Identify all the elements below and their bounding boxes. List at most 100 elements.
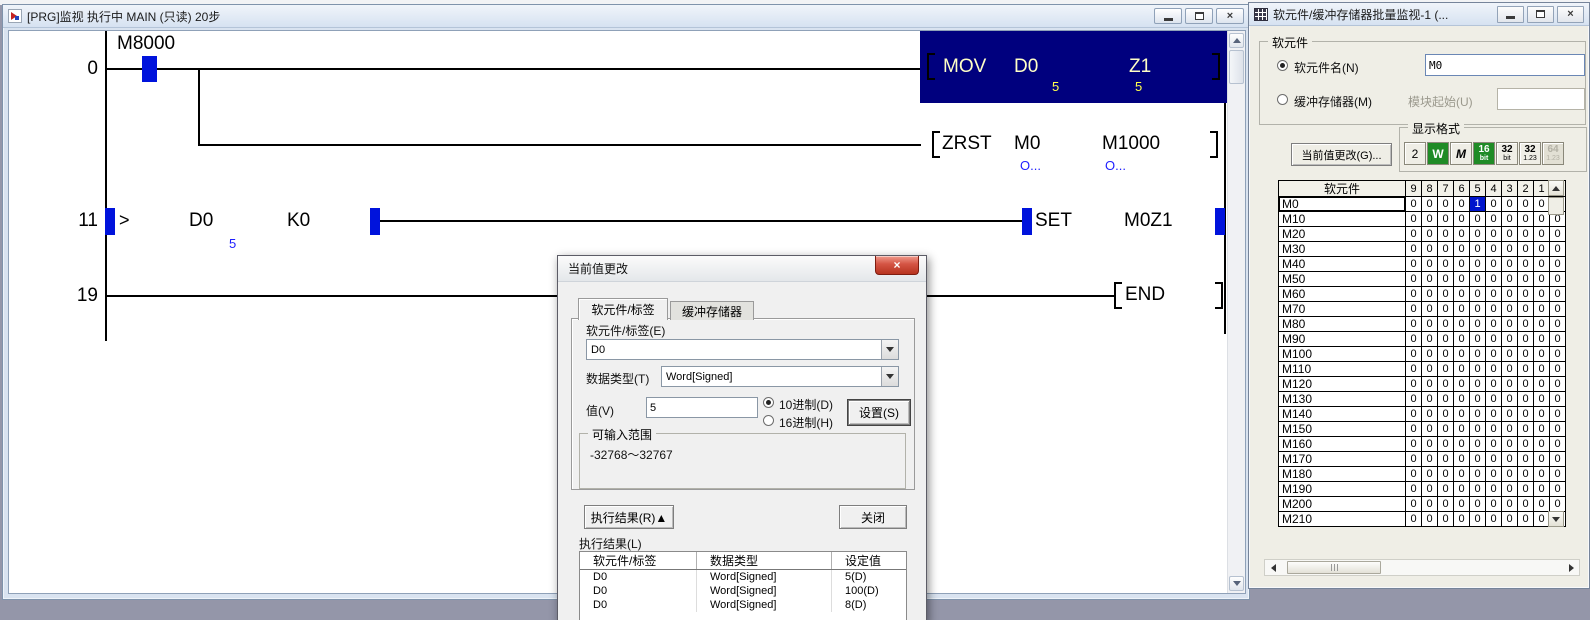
bit-cell[interactable]: 0 bbox=[1518, 437, 1534, 452]
format-32bit-button[interactable]: 32 bit bbox=[1496, 142, 1518, 165]
monitor-horizontal-scrollbar[interactable] bbox=[1264, 559, 1580, 576]
bit-cell[interactable]: 0 bbox=[1486, 467, 1502, 482]
bit-cell[interactable]: 0 bbox=[1406, 392, 1422, 407]
bit-cell[interactable]: 0 bbox=[1518, 392, 1534, 407]
bit-cell[interactable]: 0 bbox=[1502, 512, 1518, 527]
device-label-cell[interactable]: M120 bbox=[1279, 377, 1406, 392]
decimal-radio-label[interactable]: 10进制(D) bbox=[779, 396, 833, 413]
dialog-titlebar[interactable]: 当前值更改 bbox=[558, 256, 926, 282]
bit-cell[interactable]: 0 bbox=[1438, 302, 1454, 317]
bit-cell[interactable]: 1 bbox=[1470, 197, 1486, 212]
bit-cell[interactable]: 0 bbox=[1502, 497, 1518, 512]
bit-cell[interactable]: 0 bbox=[1454, 317, 1470, 332]
bit-cell[interactable]: 0 bbox=[1422, 497, 1438, 512]
bit-cell[interactable]: 0 bbox=[1470, 452, 1486, 467]
bit-cell[interactable]: 0 bbox=[1454, 227, 1470, 242]
buffer-memory-radio-label[interactable]: 缓冲存储器(M) bbox=[1294, 93, 1372, 110]
bit-cell[interactable]: 0 bbox=[1518, 302, 1534, 317]
minimize-button[interactable] bbox=[1154, 8, 1182, 24]
bit-cell[interactable]: 0 bbox=[1502, 302, 1518, 317]
bit-cell[interactable]: 0 bbox=[1486, 332, 1502, 347]
bit-cell[interactable]: 0 bbox=[1454, 392, 1470, 407]
bit-cell[interactable]: 0 bbox=[1406, 437, 1422, 452]
bit-cell[interactable]: 0 bbox=[1438, 272, 1454, 287]
bit-cell[interactable]: 0 bbox=[1502, 227, 1518, 242]
bit-cell[interactable]: 0 bbox=[1502, 212, 1518, 227]
device-label-cell[interactable]: M10 bbox=[1279, 212, 1406, 227]
bit-cell[interactable]: 0 bbox=[1406, 362, 1422, 377]
restore-button[interactable] bbox=[1527, 6, 1554, 23]
bit-cell[interactable]: 0 bbox=[1486, 317, 1502, 332]
device-label-cell[interactable]: M40 bbox=[1279, 257, 1406, 272]
result-column-header[interactable]: 软元件/标签 bbox=[580, 552, 697, 569]
bit-cell[interactable]: 0 bbox=[1406, 512, 1422, 527]
device-label-cell[interactable]: M190 bbox=[1279, 482, 1406, 497]
bit-cell[interactable]: 0 bbox=[1502, 422, 1518, 437]
bit-cell[interactable]: 0 bbox=[1470, 272, 1486, 287]
device-table-scrollbar[interactable] bbox=[1548, 180, 1565, 527]
bit-cell[interactable]: 0 bbox=[1454, 212, 1470, 227]
bit-cell[interactable]: 0 bbox=[1502, 467, 1518, 482]
hex-radio-label[interactable]: 16进制(H) bbox=[779, 414, 833, 431]
result-row[interactable]: D0 Word[Signed] 8(D) bbox=[580, 598, 906, 612]
bit-cell[interactable]: 0 bbox=[1470, 347, 1486, 362]
bit-cell[interactable]: 0 bbox=[1486, 242, 1502, 257]
bit-cell[interactable]: 0 bbox=[1486, 512, 1502, 527]
bit-cell[interactable]: 0 bbox=[1422, 347, 1438, 362]
bit-cell[interactable]: 0 bbox=[1470, 512, 1486, 527]
bit-cell[interactable]: 0 bbox=[1438, 407, 1454, 422]
bit-cell[interactable]: 0 bbox=[1438, 422, 1454, 437]
bit-cell[interactable]: 0 bbox=[1438, 512, 1454, 527]
bit-cell[interactable]: 0 bbox=[1470, 422, 1486, 437]
scroll-down-button[interactable] bbox=[1548, 511, 1564, 527]
close-button[interactable]: × bbox=[1216, 8, 1244, 24]
dropdown-button[interactable] bbox=[881, 367, 898, 386]
bit-cell[interactable]: 0 bbox=[1422, 377, 1438, 392]
device-label-cell[interactable]: M30 bbox=[1279, 242, 1406, 257]
mov-instruction-selected[interactable]: MOV D0 5 Z1 5 bbox=[920, 31, 1227, 103]
bit-cell[interactable]: 0 bbox=[1406, 197, 1422, 212]
bit-cell[interactable]: 0 bbox=[1470, 227, 1486, 242]
set-button[interactable]: 设置(S) bbox=[848, 400, 910, 425]
bit-cell[interactable]: 0 bbox=[1438, 242, 1454, 257]
device-label-cell[interactable]: M180 bbox=[1279, 467, 1406, 482]
bit-cell[interactable]: 0 bbox=[1406, 422, 1422, 437]
result-row[interactable]: D0 Word[Signed] 100(D) bbox=[580, 584, 906, 598]
device-label-cell[interactable]: M150 bbox=[1279, 422, 1406, 437]
bit-cell[interactable]: 0 bbox=[1502, 197, 1518, 212]
dropdown-button[interactable] bbox=[881, 340, 898, 359]
bit-cell[interactable]: 0 bbox=[1438, 467, 1454, 482]
device-label-cell[interactable]: M0 bbox=[1279, 197, 1406, 212]
bit-cell[interactable]: 0 bbox=[1470, 482, 1486, 497]
bit-cell[interactable]: 0 bbox=[1454, 287, 1470, 302]
bit-cell[interactable]: 0 bbox=[1502, 452, 1518, 467]
device-name-radio[interactable] bbox=[1277, 60, 1288, 71]
bit-cell[interactable]: 0 bbox=[1518, 497, 1534, 512]
bit-cell[interactable]: 0 bbox=[1470, 437, 1486, 452]
bit-cell[interactable]: 0 bbox=[1438, 227, 1454, 242]
bit-cell[interactable]: 0 bbox=[1422, 407, 1438, 422]
scrollbar-thumb[interactable] bbox=[1229, 50, 1244, 84]
bit-cell[interactable]: 0 bbox=[1438, 452, 1454, 467]
bit-cell[interactable]: 0 bbox=[1502, 407, 1518, 422]
bit-cell[interactable]: 0 bbox=[1422, 317, 1438, 332]
bit-cell[interactable]: 0 bbox=[1470, 317, 1486, 332]
bit-cell[interactable]: 0 bbox=[1454, 347, 1470, 362]
bit-cell[interactable]: 0 bbox=[1486, 392, 1502, 407]
bit-cell[interactable]: 0 bbox=[1406, 257, 1422, 272]
bit-cell[interactable]: 0 bbox=[1406, 242, 1422, 257]
bit-cell[interactable]: 0 bbox=[1470, 377, 1486, 392]
bit-cell[interactable]: 0 bbox=[1518, 407, 1534, 422]
bit-cell[interactable]: 0 bbox=[1406, 377, 1422, 392]
bit-cell[interactable]: 0 bbox=[1438, 212, 1454, 227]
result-column-header[interactable]: 数据类型 bbox=[697, 552, 832, 569]
bit-cell[interactable]: 0 bbox=[1486, 497, 1502, 512]
bit-cell[interactable]: 0 bbox=[1438, 332, 1454, 347]
scroll-left-button[interactable] bbox=[1266, 561, 1280, 574]
device-label-cell[interactable]: M80 bbox=[1279, 317, 1406, 332]
format-multipoint-button[interactable]: M bbox=[1450, 142, 1472, 165]
bit-cell[interactable]: 0 bbox=[1486, 257, 1502, 272]
maximize-button[interactable] bbox=[1185, 8, 1213, 24]
bit-cell[interactable]: 0 bbox=[1454, 302, 1470, 317]
bit-cell[interactable]: 0 bbox=[1406, 482, 1422, 497]
